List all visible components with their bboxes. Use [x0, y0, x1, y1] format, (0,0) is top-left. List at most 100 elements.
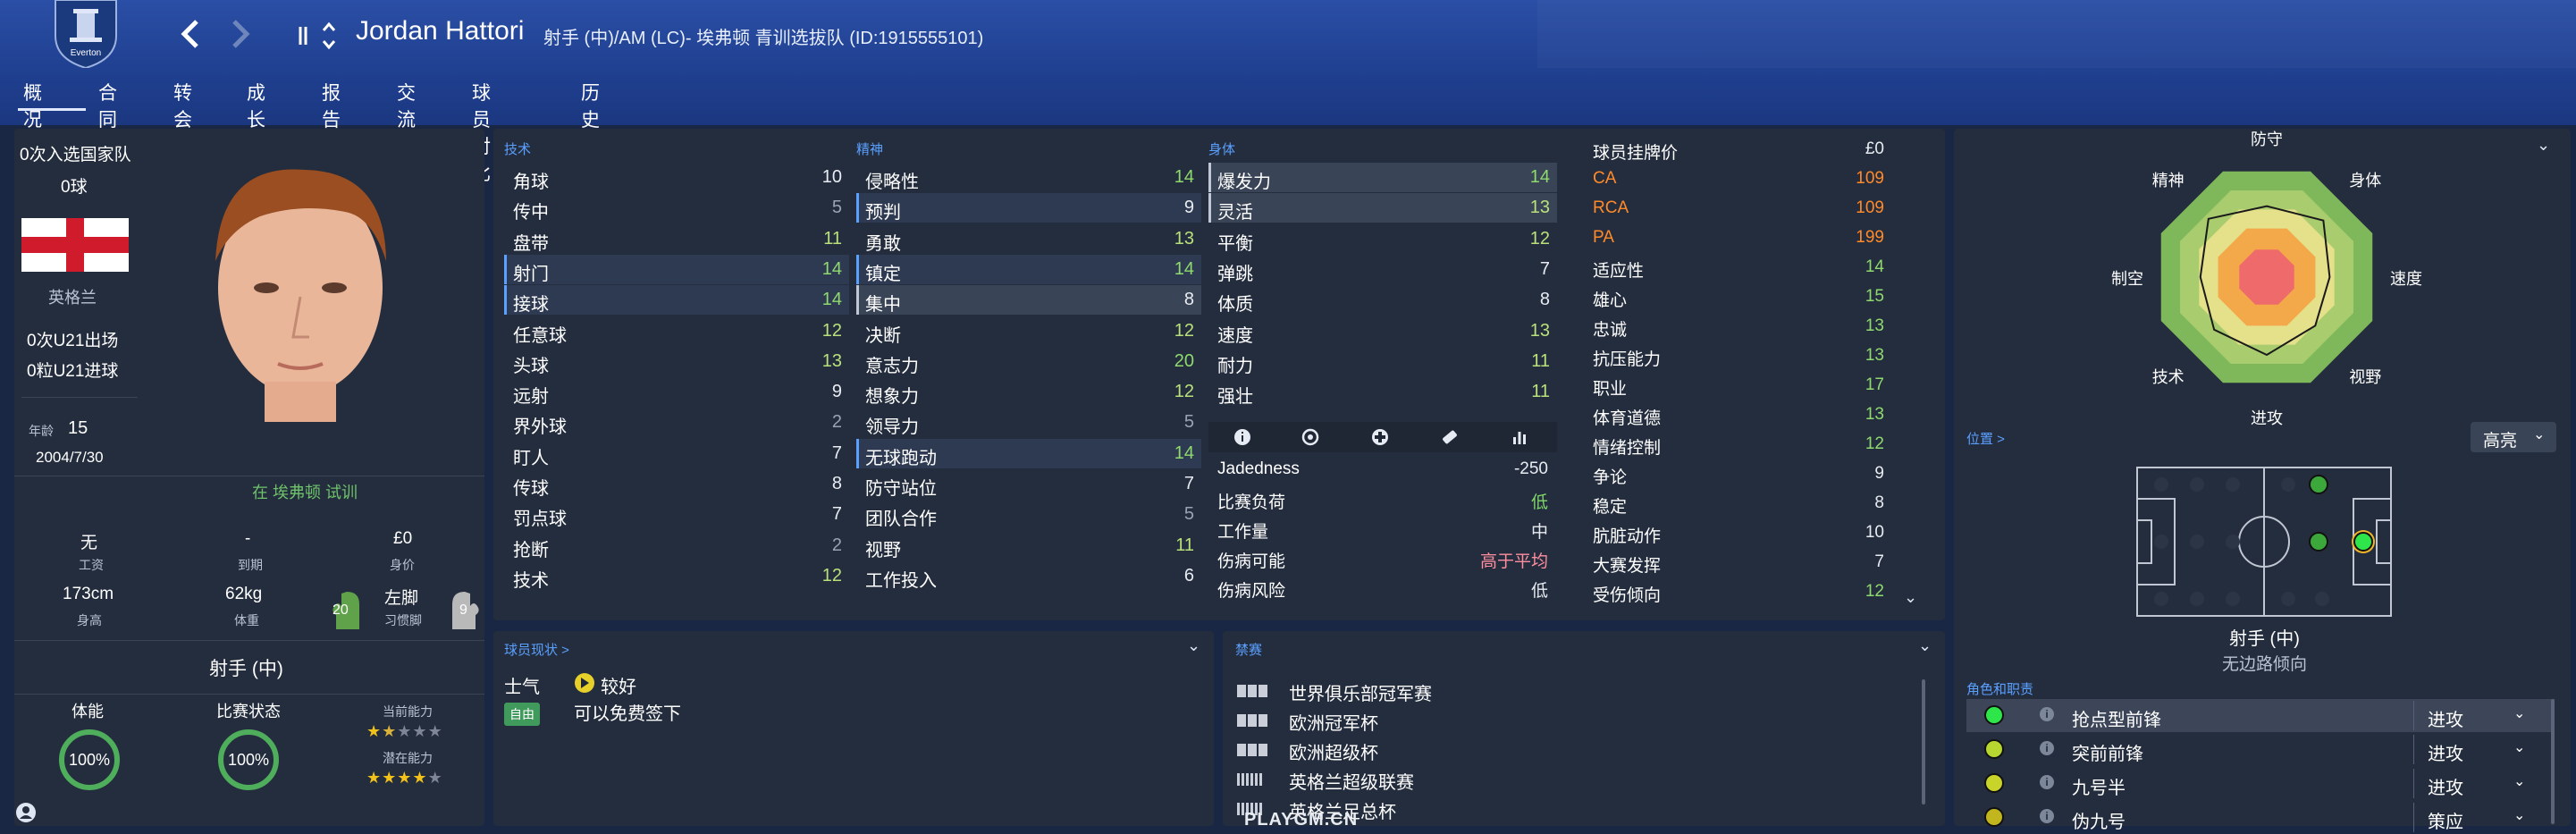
role-row[interactable]: i 突前前锋 进攻 ⌄ — [1966, 733, 2555, 766]
mental-attribute-row[interactable]: 工作投入 6 — [856, 561, 1201, 591]
role-duty[interactable]: 策应 — [2428, 807, 2463, 833]
star-icon: ★ — [412, 769, 428, 787]
mental-attribute-row[interactable]: 无球跑动 14 — [856, 438, 1201, 468]
physical-attribute-row[interactable]: 耐力 11 — [1208, 347, 1557, 376]
technical-attribute-row[interactable]: 界外球 2 — [504, 408, 849, 437]
mental-attribute-row[interactable]: 意志力 20 — [856, 347, 1201, 376]
physical-attribute-row[interactable]: 爆发力 14 — [1208, 163, 1557, 192]
physical-attribute-row[interactable]: 强壮 11 — [1208, 377, 1557, 407]
competition-item: 世界俱乐部冠军赛 — [1289, 685, 1432, 704]
mental-attribute-row[interactable]: 视野 11 — [856, 531, 1201, 560]
role-duty[interactable]: 进攻 — [2428, 739, 2463, 765]
bandage-icon[interactable] — [1441, 428, 1459, 446]
mental-attribute-row[interactable]: 集中 8 — [856, 285, 1201, 316]
left-foot-rating: 20 — [333, 602, 349, 618]
competition-bars-icon — [1237, 685, 1269, 697]
mental-attribute-row[interactable]: 预判 9 — [856, 193, 1201, 223]
role-duty[interactable]: 进攻 — [2428, 773, 2463, 799]
mental-attribute-row[interactable]: 镇定 14 — [856, 254, 1201, 284]
info-icon[interactable]: i — [2040, 775, 2054, 789]
condition-name: 伤病可能 — [1217, 552, 1286, 571]
technical-attribute-row[interactable]: 角球 10 — [504, 163, 849, 192]
user-icon[interactable] — [14, 801, 38, 824]
bar-chart-icon[interactable] — [1511, 428, 1528, 446]
mental-attribute-row[interactable]: 团队合作 5 — [856, 500, 1201, 529]
technical-attribute-row[interactable]: 技术 12 — [504, 561, 849, 591]
u21-goals: 0粒U21进球 — [27, 362, 119, 381]
technical-attribute-row[interactable]: 罚点球 7 — [504, 500, 849, 529]
info-name: 肮脏动作 — [1593, 527, 1662, 546]
roles-title: 角色和职责 — [1966, 682, 2034, 697]
mental-attribute-row[interactable]: 侵略性 14 — [856, 163, 1201, 192]
role-name: 突前前锋 — [2072, 745, 2143, 764]
technical-attribute-row[interactable]: 接球 14 — [504, 285, 849, 316]
competitions-scrollbar[interactable] — [1922, 679, 1925, 805]
physical-attribute-value: 14 — [1529, 167, 1550, 187]
technical-attribute-name: 远射 — [513, 387, 549, 408]
mental-attribute-row[interactable]: 勇敢 13 — [856, 224, 1201, 254]
mental-attribute-row[interactable]: 决断 12 — [856, 316, 1201, 346]
mental-attribute-row[interactable]: 防守站位 7 — [856, 469, 1201, 499]
soccer-ball-icon[interactable] — [1301, 428, 1319, 446]
role-duty[interactable]: 进攻 — [2428, 705, 2463, 731]
forward-button[interactable] — [227, 16, 254, 61]
role-row[interactable]: i 伪九号 策应 ⌄ — [1966, 801, 2555, 834]
technical-attribute-row[interactable]: 射门 14 — [504, 254, 849, 284]
technical-attribute-row[interactable]: 任意球 12 — [504, 316, 849, 346]
info-value: 8 — [1874, 493, 1884, 512]
chevron-down-icon[interactable]: ⌄ — [2513, 772, 2525, 790]
condition-name: 比赛负荷 — [1217, 493, 1286, 512]
technical-attribute-row[interactable]: 头球 13 — [504, 347, 849, 376]
physical-attribute-row[interactable]: 灵活 13 — [1208, 193, 1557, 223]
chevron-down-icon[interactable]: ⌄ — [2513, 738, 2525, 756]
chevron-down-icon[interactable]: ⌄ — [2513, 806, 2525, 824]
chevron-down-icon[interactable]: ⌄ — [1904, 588, 1917, 607]
physical-attribute-row[interactable]: 平衡 12 — [1208, 224, 1557, 254]
mental-attribute-row[interactable]: 领导力 5 — [856, 408, 1201, 437]
physical-attribute-row[interactable]: 体质 8 — [1208, 285, 1557, 315]
condition-row: 工作量 中 — [1217, 513, 1548, 543]
technical-attribute-row[interactable]: 盯人 7 — [504, 439, 849, 468]
info-value: 13 — [1865, 316, 1884, 335]
technical-attribute-value: 14 — [821, 258, 842, 279]
info-icon[interactable]: i — [2040, 809, 2054, 823]
position-title[interactable]: 位置 > — [1966, 429, 2005, 448]
highlight-dropdown[interactable]: 高亮 ⌄ — [2471, 422, 2556, 452]
technical-attribute-row[interactable]: 远射 9 — [504, 377, 849, 407]
mental-attribute-name: 视野 — [865, 540, 901, 560]
goals-text: 0球 — [61, 178, 88, 197]
technical-attribute-value: 7 — [831, 442, 842, 463]
technical-attribute-row[interactable]: 抢断 2 — [504, 531, 849, 560]
info-row: PA 199 — [1593, 223, 1884, 252]
info-icon[interactable] — [1233, 428, 1251, 446]
info-row: 稳定 8 — [1593, 488, 1884, 518]
mental-attribute-value: 12 — [1174, 382, 1194, 402]
mental-attribute-row[interactable]: 想象力 12 — [856, 377, 1201, 407]
physical-attribute-row[interactable]: 速度 13 — [1208, 316, 1557, 346]
back-button[interactable] — [177, 16, 204, 61]
info-icon[interactable]: i — [2040, 707, 2054, 721]
info-row: 受伤倾向 12 — [1593, 577, 1884, 606]
technical-attribute-row[interactable]: 盘带 11 — [504, 224, 849, 254]
role-row[interactable]: i 九号半 进攻 ⌄ — [1966, 767, 2555, 800]
technical-attribute-row[interactable]: 传中 5 — [504, 193, 849, 223]
svg-text:Everton: Everton — [71, 48, 101, 58]
chevron-down-icon[interactable]: ⌄ — [2513, 704, 2525, 722]
physical-attribute-row[interactable]: 弹跳 7 — [1208, 255, 1557, 284]
role-row[interactable]: i 抢点型前锋 进攻 ⌄ — [1966, 699, 2555, 732]
physical-attribute-name: 平衡 — [1217, 233, 1253, 254]
chevron-down-icon[interactable]: ⌄ — [1918, 636, 1932, 655]
technical-attribute-name: 头球 — [513, 356, 549, 376]
mental-attribute-name: 决断 — [865, 325, 901, 346]
competition-item: 欧洲冠军杯 — [1289, 714, 1378, 734]
medical-cross-icon[interactable] — [1371, 428, 1389, 446]
chevron-down-icon[interactable]: ⌄ — [2537, 136, 2550, 155]
chevron-down-icon: ⌄ — [2533, 427, 2546, 442]
info-icon[interactable]: i — [2040, 741, 2054, 755]
caps-text: 0次入选国家队 — [20, 146, 131, 164]
sort-button[interactable] — [297, 18, 341, 58]
roles-scrollbar[interactable] — [2551, 699, 2555, 824]
technical-attribute-row[interactable]: 传球 8 — [504, 469, 849, 499]
chevron-down-icon[interactable]: ⌄ — [1187, 636, 1200, 655]
status-title[interactable]: 球员现状 > — [504, 640, 569, 659]
